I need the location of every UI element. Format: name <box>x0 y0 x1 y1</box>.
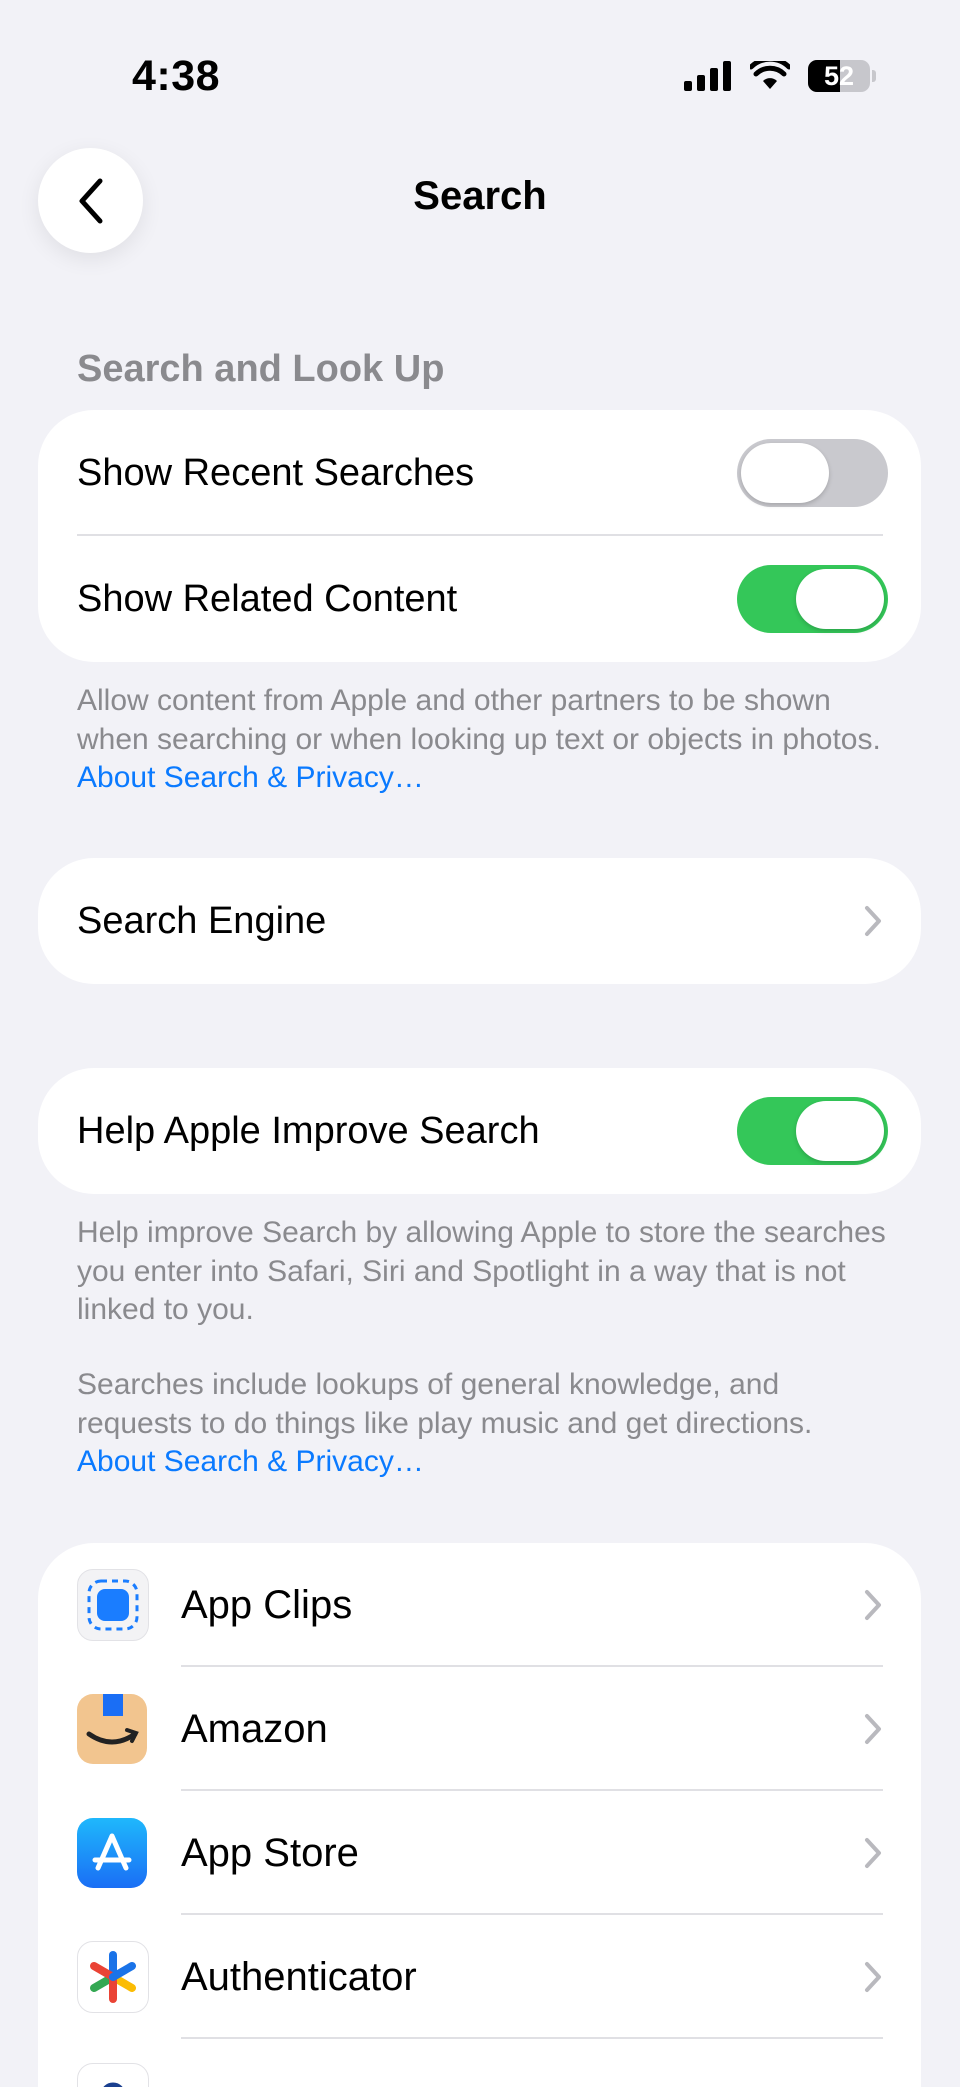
row-help-improve-search[interactable]: Help Apple Improve Search <box>38 1068 921 1194</box>
about-search-privacy-link[interactable]: About Search & Privacy… <box>77 761 424 794</box>
app-clips-icon <box>77 1569 149 1641</box>
search-lookup-group: Show Recent Searches Show Related Conten… <box>38 410 921 662</box>
row-app-store[interactable]: App Store <box>38 1791 921 1915</box>
app-label: App Clips <box>181 1582 353 1627</box>
row-label: Search Engine <box>77 899 327 942</box>
improve-search-group: Help Apple Improve Search <box>38 1068 921 1194</box>
chevron-right-icon <box>865 1838 881 1868</box>
amazon-icon <box>77 1694 147 1764</box>
battery-level: 52 <box>823 60 855 91</box>
settings-search-page: 4:38 52 Search Search and Look Up Show R… <box>0 0 960 2087</box>
app-icon-partial <box>77 2063 149 2087</box>
row-show-related-content[interactable]: Show Related Content <box>38 536 921 662</box>
improve-search-footer-2: Searches include lookups of general know… <box>77 1366 897 1482</box>
search-engine-group: Search Engine <box>38 858 921 984</box>
battery-nub <box>872 70 876 82</box>
section-header-search-lookup: Search and Look Up <box>77 348 445 390</box>
search-lookup-footer: Allow content from Apple and other partn… <box>77 682 897 798</box>
about-search-privacy-link[interactable]: About Search & Privacy… <box>77 1445 424 1478</box>
row-label: Show Recent Searches <box>77 451 475 494</box>
help-improve-search-toggle[interactable] <box>737 1097 888 1165</box>
app-store-icon <box>77 1818 147 1888</box>
apps-group: App Clips Amazon App Store Authenticator <box>38 1543 921 2087</box>
row-show-recent-searches[interactable]: Show Recent Searches <box>38 410 921 536</box>
footer-text: Allow content from Apple and other partn… <box>77 684 881 756</box>
show-related-content-toggle[interactable] <box>737 565 888 633</box>
authenticator-icon <box>77 1941 149 2013</box>
improve-search-footer-1: Help improve Search by allowing Apple to… <box>77 1216 886 1326</box>
status-icons: 52 <box>684 60 876 92</box>
chevron-right-icon <box>865 1590 881 1620</box>
battery-icon: 52 <box>808 60 870 92</box>
row-search-engine[interactable]: Search Engine <box>38 858 921 984</box>
row-app-clips[interactable]: App Clips <box>38 1543 921 1667</box>
row-label: Show Related Content <box>77 577 458 620</box>
page-title: Search <box>413 174 547 218</box>
app-label: App Store <box>181 1830 359 1875</box>
app-label: Amazon <box>181 1706 328 1751</box>
show-recent-searches-toggle[interactable] <box>737 439 888 507</box>
row-amazon[interactable]: Amazon <box>38 1667 921 1791</box>
chevron-right-icon <box>865 1962 881 1992</box>
status-time: 4:38 <box>132 52 221 100</box>
row-authenticator[interactable]: Authenticator <box>38 1915 921 2039</box>
row-label: Help Apple Improve Search <box>77 1109 540 1152</box>
chevron-right-icon <box>865 906 881 936</box>
cellular-signal-icon <box>684 61 731 91</box>
app-label: Authenticator <box>181 1954 417 1999</box>
row-partial[interactable] <box>38 2039 921 2087</box>
footer-text: Searches include lookups of general know… <box>77 1368 813 1440</box>
chevron-right-icon <box>865 1714 881 1744</box>
wifi-icon <box>750 61 790 89</box>
